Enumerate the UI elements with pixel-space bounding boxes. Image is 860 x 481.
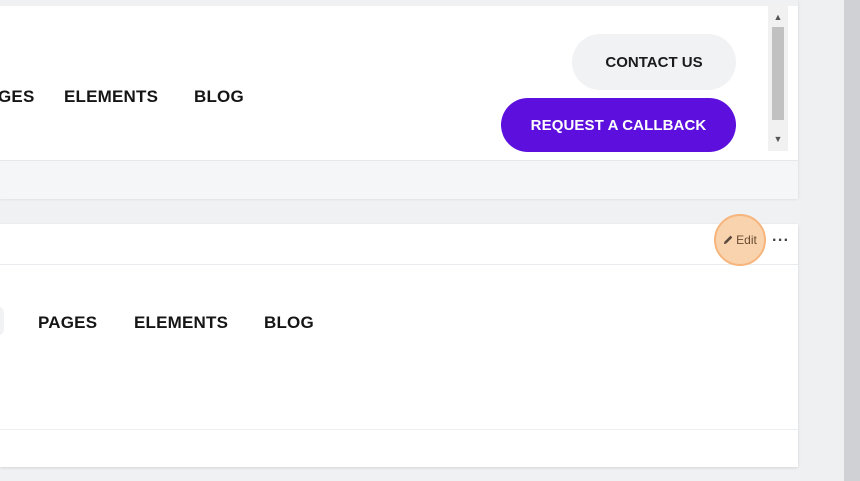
block-card-header [0,224,798,265]
preview-scrollbar[interactable]: ▲ ▼ [768,6,788,151]
pencil-icon [724,235,733,245]
contact-us-button[interactable]: CONTACT US [572,34,736,90]
block-card-footer [0,160,798,199]
nav-link-pages[interactable]: PAGES [38,313,97,333]
more-options-icon[interactable]: ··· [772,232,789,250]
nav-link-blog[interactable]: BLOG [264,313,314,333]
page-scrollbar[interactable] [844,0,860,481]
nav-link-blog[interactable]: BLOG [194,87,244,107]
edit-label: Edit [736,233,757,247]
scroll-up-arrow-icon[interactable]: ▲ [768,12,788,22]
request-callback-button[interactable]: REQUEST A CALLBACK [501,98,736,152]
scroll-down-arrow-icon[interactable]: ▼ [768,134,788,144]
nav-link-elements[interactable]: ELEMENTS [134,313,228,333]
block-card-bottom [0,224,798,467]
page-background [800,0,844,481]
scroll-thumb[interactable] [772,27,784,120]
partial-button-edge [0,306,4,336]
nav-link-elements[interactable]: ELEMENTS [64,87,158,107]
block-card-top: GES ELEMENTS BLOG ▲ ▼ CONTACT US REQUEST… [0,0,798,199]
nav-link-pages[interactable]: GES [0,87,35,107]
edit-button[interactable]: Edit [714,214,766,266]
